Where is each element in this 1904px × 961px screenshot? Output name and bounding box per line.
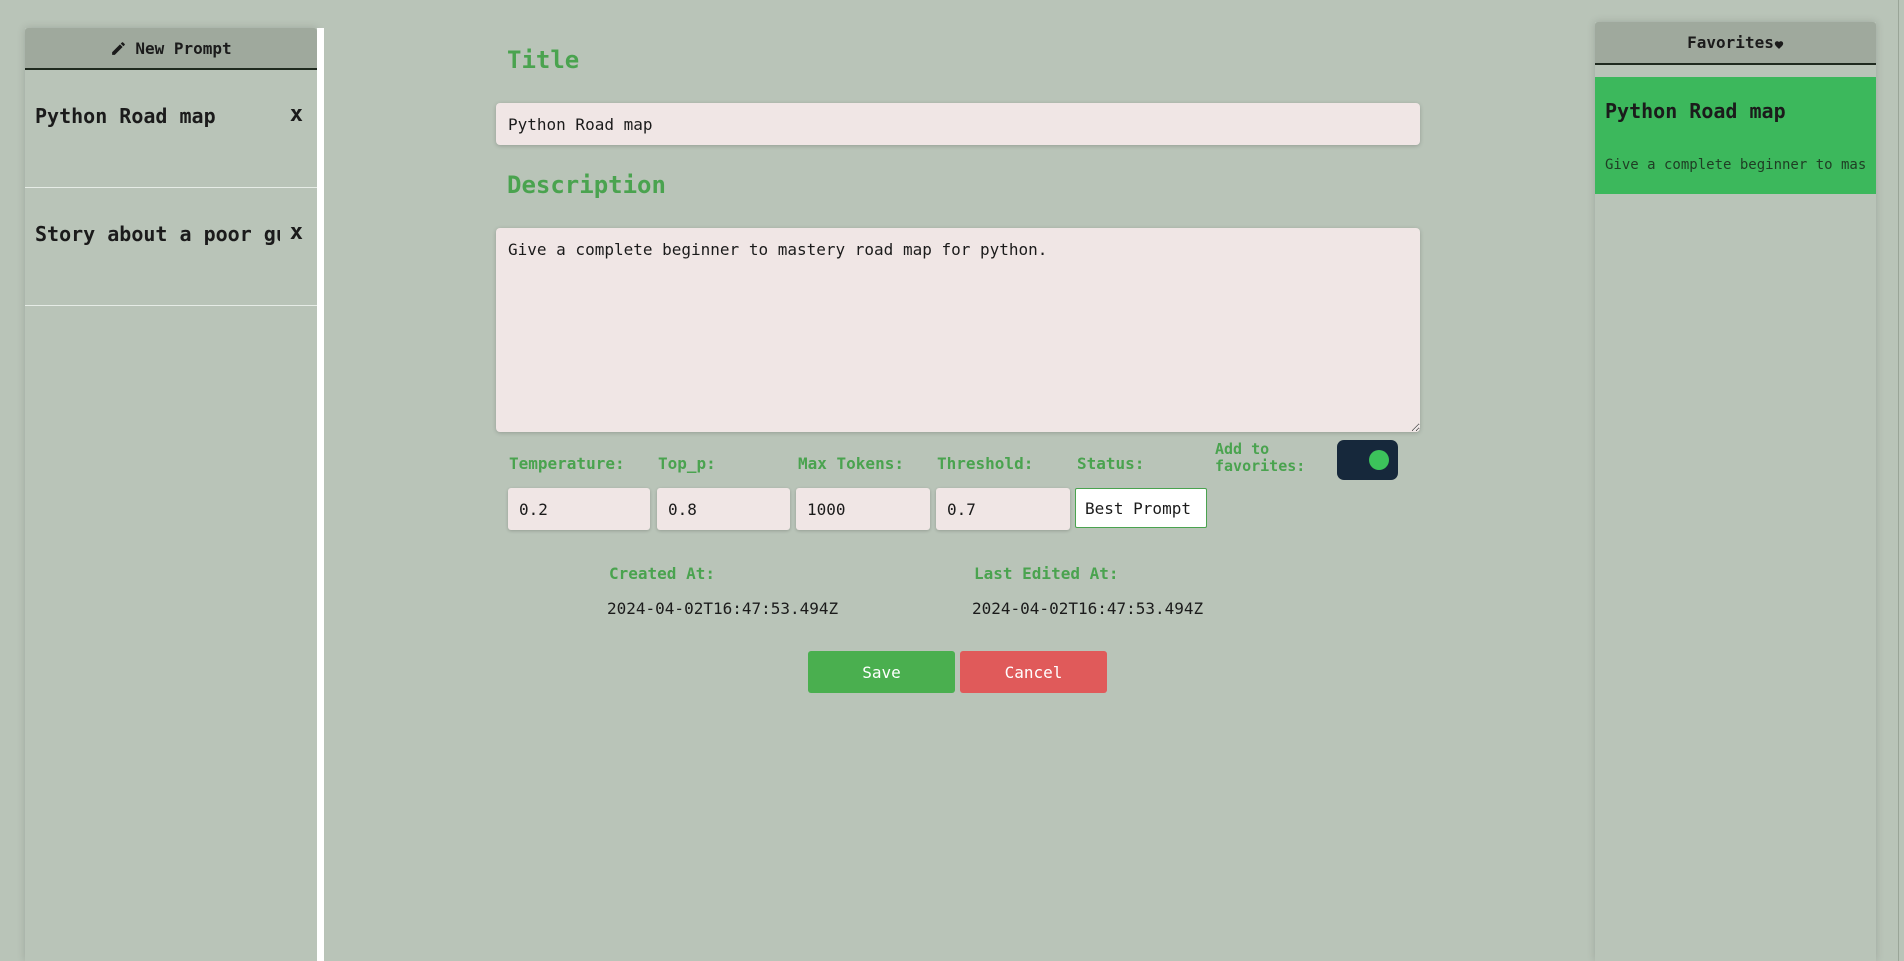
last-edited-label: Last Edited At: <box>974 564 1119 583</box>
top-p-label: Top_p: <box>658 454 716 473</box>
prompt-list-sidebar: New Prompt Python Road map x Story about… <box>25 28 317 961</box>
new-prompt-button[interactable]: New Prompt <box>25 28 317 70</box>
save-button[interactable]: Save <box>808 651 955 693</box>
favorites-header: Favorites <box>1595 22 1876 65</box>
description-textarea[interactable]: Give a complete beginner to mastery road… <box>496 228 1420 432</box>
title-label: Title <box>507 46 580 74</box>
sidebar-scrollbar[interactable] <box>317 28 324 961</box>
heart-icon <box>1774 40 1784 50</box>
prompt-list-item[interactable]: Python Road map x <box>25 70 317 188</box>
description-label: Description <box>507 171 666 199</box>
favorite-title: Python Road map <box>1605 99 1786 123</box>
favorites-toggle[interactable] <box>1337 440 1398 480</box>
favorites-title: Favorites <box>1687 33 1774 52</box>
max-tokens-input[interactable] <box>796 488 930 530</box>
created-at-label: Created At: <box>609 564 715 583</box>
created-at-value: 2024-04-02T16:47:53.494Z <box>607 599 839 618</box>
status-label: Status: <box>1077 454 1145 473</box>
cancel-button[interactable]: Cancel <box>960 651 1107 693</box>
prompt-item-title: Story about a poor guy <box>35 222 280 246</box>
last-edited-value: 2024-04-02T16:47:53.494Z <box>972 599 1204 618</box>
threshold-label: Threshold: <box>937 454 1034 473</box>
add-to-favorites-label: Add to favorites: <box>1215 440 1306 475</box>
prompt-item-title: Python Road map <box>35 104 216 128</box>
max-tokens-label: Max Tokens: <box>798 454 904 473</box>
favorites-panel: Favorites Python Road map Give a complet… <box>1595 22 1876 961</box>
toggle-knob <box>1369 450 1389 470</box>
pencil-icon <box>110 40 127 57</box>
favorite-card[interactable]: Python Road map Give a complete beginner… <box>1595 77 1876 194</box>
delete-prompt-button[interactable]: x <box>290 102 303 127</box>
top-p-input[interactable] <box>657 488 790 530</box>
delete-prompt-button[interactable]: x <box>290 220 303 245</box>
page-scrollbar[interactable] <box>1898 0 1899 961</box>
favorite-description: Give a complete beginner to mastery road… <box>1605 157 1867 173</box>
prompt-list-item[interactable]: Story about a poor guy x <box>25 188 317 306</box>
new-prompt-label: New Prompt <box>135 38 232 58</box>
status-input[interactable] <box>1075 488 1207 528</box>
threshold-input[interactable] <box>936 488 1070 530</box>
temperature-input[interactable] <box>508 488 650 530</box>
title-input[interactable] <box>496 103 1420 145</box>
temperature-label: Temperature: <box>509 454 625 473</box>
